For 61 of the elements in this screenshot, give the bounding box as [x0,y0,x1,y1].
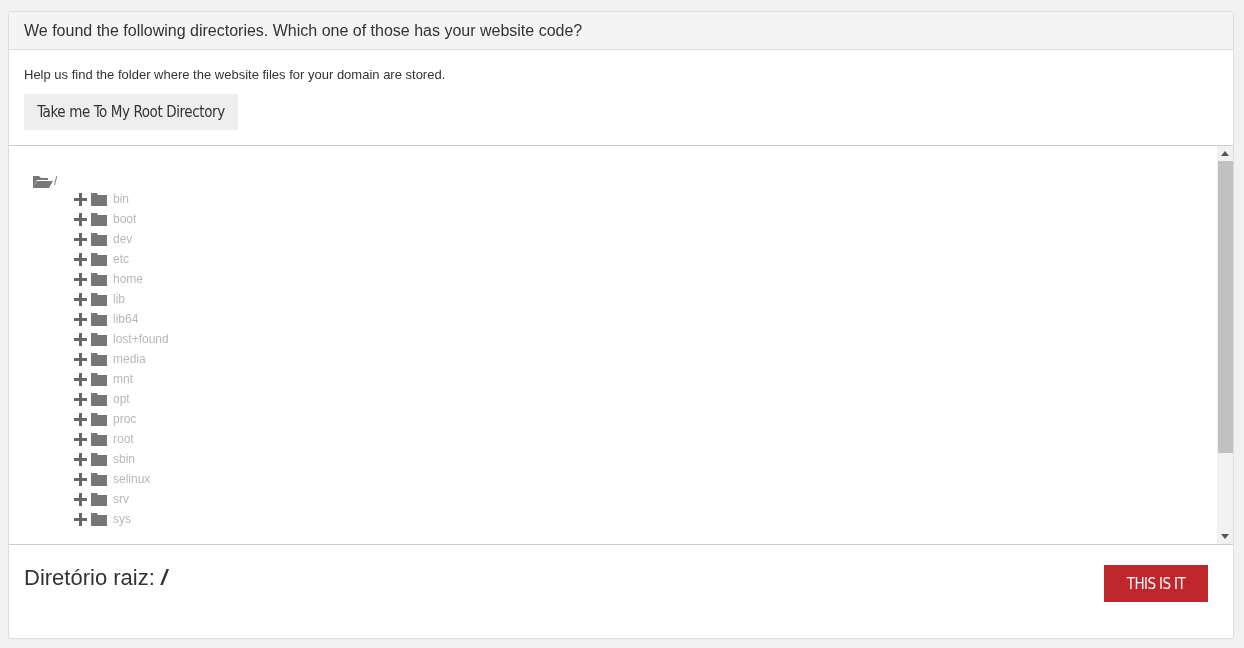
plus-icon[interactable] [74,472,87,486]
folder-icon [91,452,107,466]
tree-node-label[interactable]: lib [113,292,125,306]
plus-icon[interactable] [74,312,87,326]
folder-icon [91,272,107,286]
folder-icon [91,292,107,306]
folder-icon [91,252,107,266]
tree-node-label[interactable]: proc [113,412,137,426]
plus-icon[interactable] [74,492,87,506]
scrollbar[interactable] [1217,146,1233,544]
folder-icon [91,432,107,446]
plus-icon[interactable] [74,352,87,366]
tree-node-label[interactable]: lost+found [113,332,169,346]
folder-icon [91,372,107,386]
tree-node-label[interactable]: dev [113,232,133,246]
tree-node-label[interactable]: home [113,272,144,286]
instructions-text: Help us find the folder where the website files for your domain are stored. [24,67,446,82]
header-title: We found the following directories. Which one of those has your website code? [24,21,583,40]
folder-icon [91,332,107,346]
confirm-button[interactable]: THIS IS IT [1104,565,1208,602]
plus-icon[interactable] [74,252,87,266]
folder-icon [91,232,107,246]
folder-icon [91,352,107,366]
tree-node-label[interactable]: root [113,432,134,446]
tree-node-label[interactable]: etc [113,252,129,266]
folder-icon [91,192,107,206]
tree-node-label[interactable]: / [54,174,58,188]
plus-icon[interactable] [74,292,87,306]
plus-icon[interactable] [74,512,87,526]
folder-icon [91,212,107,226]
folder-icon [91,492,107,506]
folder-icon [91,392,107,406]
plus-icon[interactable] [74,392,87,406]
plus-icon[interactable] [74,212,87,226]
plus-icon[interactable] [74,272,87,286]
scroll-down-icon[interactable] [1221,534,1229,539]
root-directory-text: Diretório raiz: / [24,565,168,591]
plus-icon[interactable] [74,412,87,426]
folder-icon [91,412,107,426]
tree-node-label[interactable]: opt [113,392,130,406]
tree-node-label[interactable]: media [113,352,146,366]
root-directory-button[interactable]: Take me To My Root Directory [24,94,238,130]
tree-node-label[interactable]: lib64 [113,312,139,326]
plus-icon[interactable] [74,452,87,466]
open-folder-icon[interactable] [33,174,53,188]
folder-icon [91,312,107,326]
plus-icon[interactable] [74,232,87,246]
tree-node-label[interactable]: boot [113,212,137,226]
folder-icon [91,472,107,486]
tree-node-label[interactable]: bin [113,192,129,206]
plus-icon[interactable] [74,372,87,386]
tree-node-label[interactable]: srv [113,492,129,506]
folder-icon [91,512,107,526]
tree-node-label[interactable]: selinux [113,472,151,486]
plus-icon[interactable] [74,332,87,346]
plus-icon[interactable] [74,432,87,446]
tree-node-label[interactable]: mnt [113,372,133,386]
tree-node-label[interactable]: sbin [113,452,135,466]
tree-node-label[interactable]: sys [113,512,131,526]
plus-icon[interactable] [74,192,87,206]
scroll-up-icon[interactable] [1221,151,1229,156]
